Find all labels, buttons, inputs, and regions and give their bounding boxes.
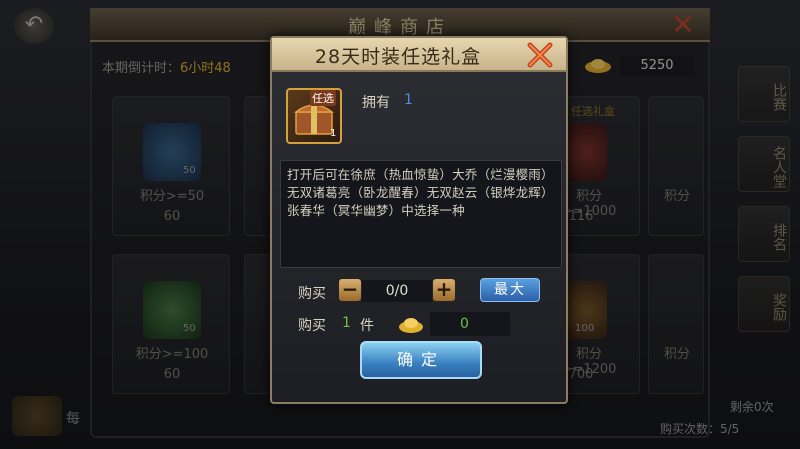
own-value: 1 — [404, 92, 413, 108]
plus-button[interactable]: + — [433, 279, 455, 301]
confirm-button[interactable]: 确定 — [360, 341, 482, 379]
buy-summary-unit: 件 — [360, 318, 374, 334]
own-label: 拥有 — [362, 95, 390, 111]
gold-ingot-icon — [399, 318, 423, 333]
buy-summary-qty: 1 — [342, 315, 351, 331]
buy-label: 购买 — [298, 286, 326, 302]
buy-summary-label: 购买 — [298, 318, 326, 334]
minus-button[interactable]: − — [339, 279, 361, 301]
dialog-title: 28天时装任选礼盒 — [314, 46, 482, 68]
quantity-field[interactable]: 0/0 — [362, 280, 432, 302]
game-screen: ↶ 巅峰商店 ✕ 本期倒计时：6小时48 5250 比赛 名人堂 排名 奖励 5… — [0, 0, 800, 449]
close-icon[interactable] — [524, 40, 556, 70]
item-tag: 任选 — [310, 90, 336, 106]
max-button[interactable]: 最大 — [480, 278, 540, 302]
item-count: 1 — [330, 128, 337, 139]
item-description: 打开后可在徐庶（热血惊蛰）大乔（烂漫樱雨）无双诸葛亮（卧龙醒春）无双赵云（银烨龙… — [280, 160, 562, 268]
cost-field: 0 — [430, 312, 510, 336]
